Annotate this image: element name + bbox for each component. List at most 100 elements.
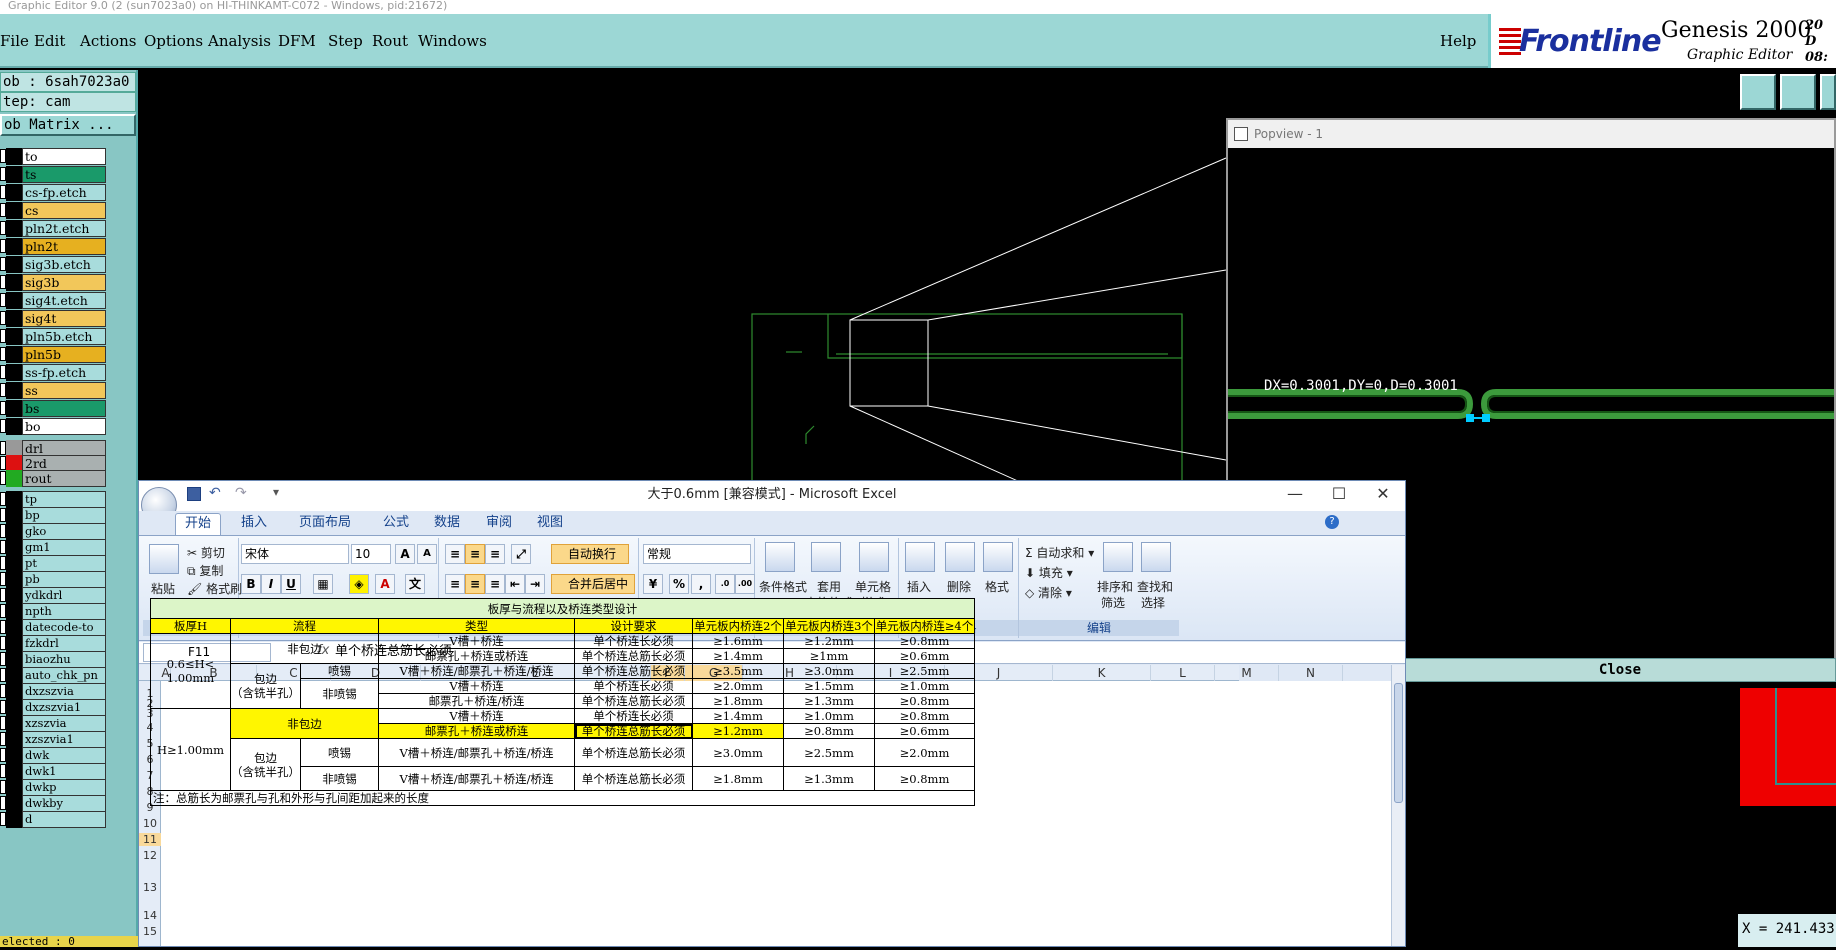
layer-name[interactable]: bs (22, 400, 106, 417)
layer-row[interactable]: cs (0, 202, 106, 219)
cell-style-button[interactable]: 单元格 (855, 578, 891, 595)
decrease-decimal-icon[interactable]: .00 (735, 574, 755, 594)
layer-name[interactable]: fzkdrl (22, 635, 106, 652)
misc-layer-row[interactable]: dwk1 (0, 763, 106, 780)
misc-layer-row[interactable]: d (0, 811, 106, 828)
tab-formulas[interactable]: 公式 (383, 511, 409, 535)
layer-name[interactable]: rout (22, 470, 106, 487)
find-select-button[interactable]: 查找和 (1137, 578, 1173, 595)
layer-name[interactable]: pln5b.etch (22, 328, 106, 345)
layer-name[interactable]: ss-fp.etch (22, 364, 106, 381)
misc-layer-row[interactable]: dwkby (0, 795, 106, 812)
misc-layer-row[interactable]: gko (0, 523, 106, 540)
clear-button[interactable]: ◇ 清除 ▾ (1025, 584, 1072, 601)
misc-layer-row[interactable]: dwkp (0, 779, 106, 796)
layer-name[interactable]: ts (22, 166, 106, 183)
layer-name[interactable]: pb (22, 571, 106, 588)
layer-name[interactable]: cs-fp.etch (22, 184, 106, 201)
export-icon[interactable] (1740, 74, 1776, 110)
conditional-format-icon[interactable] (765, 542, 795, 572)
delete-cells-button[interactable]: 删除 (947, 578, 971, 595)
misc-layer-row[interactable]: dxzszvia1 (0, 699, 106, 716)
menu-options[interactable]: Options (144, 32, 203, 50)
sort-filter-button[interactable]: 排序和 (1097, 578, 1133, 595)
border-icon[interactable]: ▦ (313, 574, 333, 594)
layer-row[interactable]: sig4t (0, 310, 106, 327)
column-header[interactable]: K (1053, 665, 1151, 681)
layer-row[interactable]: bo (0, 418, 106, 435)
font-name-select[interactable]: 宋体 (241, 544, 349, 564)
cut-button[interactable]: ✂ 剪切 (187, 544, 225, 561)
layer-row[interactable]: pln2t.etch (0, 220, 106, 237)
menu-dfm[interactable]: DFM (278, 32, 316, 50)
layer-name[interactable]: xzszvia1 (22, 731, 106, 748)
menu-file[interactable]: File (0, 32, 29, 50)
menu-windows[interactable]: Windows (418, 32, 487, 50)
increase-decimal-icon[interactable]: .0 (715, 574, 735, 594)
align-center-icon[interactable]: ≡ (465, 574, 485, 594)
autosum-button[interactable]: Σ 自动求和 ▾ (1025, 544, 1094, 561)
layer-name[interactable]: ydkdrl (22, 587, 106, 604)
layer-row[interactable]: pln2t (0, 238, 106, 255)
comma-icon[interactable]: , (691, 574, 711, 594)
delete-cells-icon[interactable] (945, 542, 975, 572)
layer-row[interactable]: sig4t.etch (0, 292, 106, 309)
undo-icon[interactable]: ↶ (209, 485, 221, 501)
layer-row[interactable]: bs (0, 400, 106, 417)
conditional-format-button[interactable]: 条件格式 (759, 578, 807, 595)
fill-color-icon[interactable]: ◈ (349, 574, 369, 594)
layer-name[interactable]: ss (22, 382, 106, 399)
menu-analysis[interactable]: Analysis (208, 32, 271, 50)
paste-button[interactable]: 粘贴 (151, 580, 175, 597)
drill-layer-row[interactable]: rout (0, 470, 106, 487)
underline-icon[interactable]: U (281, 574, 301, 594)
misc-layer-row[interactable]: ydkdrl (0, 587, 106, 604)
align-bottom-icon[interactable]: ≡ (485, 544, 505, 564)
layer-name[interactable]: dwkby (22, 795, 106, 812)
layer-name[interactable]: sig4t (22, 310, 106, 327)
italic-icon[interactable]: I (261, 574, 281, 594)
tab-home[interactable]: 开始 (175, 513, 221, 535)
layer-row[interactable]: ss-fp.etch (0, 364, 106, 381)
layer-name[interactable]: dwkp (22, 779, 106, 796)
customize-qat-icon[interactable]: ▾ (273, 485, 279, 499)
layer-name[interactable]: tp (22, 491, 106, 508)
wrap-text-button[interactable]: 自动换行 (551, 544, 629, 564)
misc-layer-row[interactable]: gm1 (0, 539, 106, 556)
align-top-icon[interactable]: ≡ (445, 544, 465, 564)
misc-layer-row[interactable]: fzkdrl (0, 635, 106, 652)
column-header[interactable]: L (1151, 665, 1215, 681)
misc-layer-row[interactable]: auto_chk_pn (0, 667, 106, 684)
misc-layer-row[interactable]: pb (0, 571, 106, 588)
format-table-icon[interactable] (811, 542, 841, 572)
insert-cells-icon[interactable] (905, 542, 935, 572)
save-icon[interactable] (187, 487, 201, 501)
format-cells-icon[interactable] (983, 542, 1013, 572)
format-table-button[interactable]: 套用 (817, 578, 841, 595)
paste-icon[interactable] (149, 544, 179, 574)
fill-button[interactable]: ⬇ 填充 ▾ (1025, 564, 1073, 581)
sort-filter-icon[interactable] (1103, 542, 1133, 572)
shrink-font-icon[interactable]: A (417, 544, 437, 564)
layer-name[interactable]: pln2t.etch (22, 220, 106, 237)
close-button[interactable]: Close (1404, 658, 1836, 682)
row-header[interactable]: 13 (139, 881, 161, 894)
layer-name[interactable]: bo (22, 418, 106, 435)
insert-cells-button[interactable]: 插入 (907, 578, 931, 595)
misc-layer-row[interactable]: datecode-to (0, 619, 106, 636)
row-header[interactable]: 14 (139, 909, 161, 922)
row-header[interactable]: 11 (139, 833, 161, 846)
maximize-icon[interactable]: ☐ (1317, 481, 1361, 509)
layer-name[interactable]: datecode-to (22, 619, 106, 636)
layer-name[interactable]: dxzszvia1 (22, 699, 106, 716)
layer-name[interactable]: cs (22, 202, 106, 219)
misc-layer-row[interactable]: dxzszvia (0, 683, 106, 700)
font-size-select[interactable]: 10 (351, 544, 391, 564)
tab-insert[interactable]: 插入 (241, 511, 267, 535)
layer-row[interactable]: to (0, 148, 106, 165)
misc-layer-row[interactable]: bp (0, 507, 106, 524)
tab-data[interactable]: 数据 (434, 511, 460, 535)
layer-row[interactable]: pln5b.etch (0, 328, 106, 345)
layer-name[interactable]: sig3b (22, 274, 106, 291)
layer-name[interactable]: dxzszvia (22, 683, 106, 700)
